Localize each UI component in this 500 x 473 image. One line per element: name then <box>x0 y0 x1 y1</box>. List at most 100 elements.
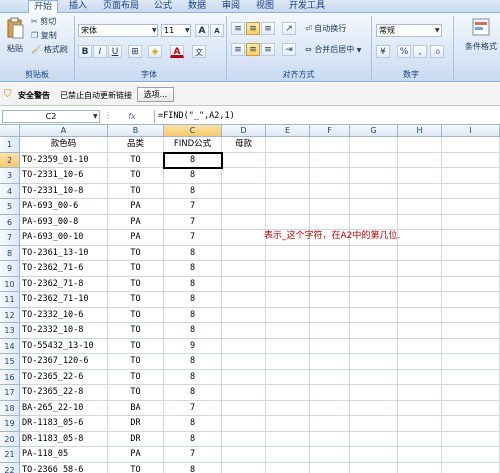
cell-category[interactable]: TO <box>108 369 164 385</box>
cell-category[interactable]: TO <box>108 323 164 339</box>
cell-find-result[interactable]: 7 <box>164 199 222 215</box>
cell-category[interactable]: BA <box>108 400 164 416</box>
empty-cell[interactable] <box>442 230 500 246</box>
empty-cell[interactable] <box>442 199 500 215</box>
empty-cell[interactable] <box>350 199 398 215</box>
empty-cell[interactable] <box>310 416 350 432</box>
cell-category[interactable]: TO <box>108 245 164 261</box>
empty-cell[interactable] <box>266 152 310 168</box>
empty-cell[interactable] <box>266 323 310 339</box>
empty-cell[interactable] <box>310 338 350 354</box>
empty-cell[interactable] <box>266 199 310 215</box>
cell-find-result[interactable]: 8 <box>164 369 222 385</box>
cell-category[interactable]: PA <box>108 230 164 246</box>
cell-category[interactable]: TO <box>108 354 164 370</box>
empty-cell[interactable] <box>398 214 442 230</box>
row-header[interactable]: 2 <box>0 152 20 168</box>
empty-cell[interactable] <box>442 447 500 463</box>
underline-button[interactable]: U <box>108 45 122 58</box>
empty-cell[interactable] <box>310 292 350 308</box>
header-cell-parent-style[interactable]: 母款 <box>222 137 266 153</box>
format-painter-button[interactable]: 🖌 格式刷 <box>31 44 68 56</box>
row-header[interactable]: 13 <box>0 323 20 339</box>
empty-cell[interactable] <box>310 462 350 473</box>
empty-cell[interactable] <box>442 168 500 184</box>
empty-cell[interactable] <box>442 369 500 385</box>
cell-parent-style[interactable] <box>222 354 266 370</box>
align-middle-button[interactable]: ≡ <box>246 22 260 35</box>
chevron-down-icon[interactable]: ▼ <box>185 27 190 34</box>
empty-cell[interactable] <box>398 199 442 215</box>
cell-parent-style[interactable] <box>222 292 266 308</box>
empty-cell[interactable] <box>310 369 350 385</box>
chevron-down-icon[interactable]: ▼ <box>435 27 440 34</box>
empty-cell[interactable] <box>310 447 350 463</box>
column-header-a[interactable]: A <box>20 125 108 137</box>
empty-cell[interactable] <box>442 385 500 401</box>
empty-cell[interactable] <box>266 431 310 447</box>
empty-cell[interactable] <box>310 431 350 447</box>
column-header-h[interactable]: H <box>398 125 442 137</box>
empty-cell[interactable] <box>310 354 350 370</box>
empty-cell[interactable] <box>398 369 442 385</box>
row-header[interactable]: 11 <box>0 292 20 308</box>
empty-cell[interactable] <box>310 261 350 277</box>
empty-cell[interactable] <box>442 245 500 261</box>
row-header[interactable]: 16 <box>0 369 20 385</box>
empty-cell[interactable] <box>350 292 398 308</box>
row-header[interactable]: 6 <box>0 214 20 230</box>
cell-parent-style[interactable] <box>222 276 266 292</box>
currency-button[interactable]: ¥ <box>376 45 390 58</box>
empty-cell[interactable] <box>350 152 398 168</box>
empty-cell[interactable] <box>310 323 350 339</box>
cell-style-code[interactable]: TO-2362_71-10 <box>20 292 108 308</box>
cell-category[interactable]: DR <box>108 416 164 432</box>
empty-cell[interactable] <box>398 307 442 323</box>
empty-cell[interactable] <box>350 323 398 339</box>
cell-category[interactable]: TO <box>108 152 164 168</box>
empty-cell[interactable] <box>350 137 398 153</box>
cell-category[interactable]: TO <box>108 385 164 401</box>
empty-cell[interactable] <box>266 292 310 308</box>
phonetic-button[interactable]: 文 <box>192 45 206 58</box>
empty-cell[interactable] <box>398 276 442 292</box>
cell-category[interactable]: TO <box>108 183 164 199</box>
empty-cell[interactable] <box>310 307 350 323</box>
empty-cell[interactable] <box>350 385 398 401</box>
empty-cell[interactable] <box>350 245 398 261</box>
fill-color-button[interactable]: ◈ <box>148 45 162 58</box>
empty-cell[interactable] <box>310 137 350 153</box>
row-header[interactable]: 21 <box>0 447 20 463</box>
empty-cell[interactable] <box>310 199 350 215</box>
cell-category[interactable]: TO <box>108 307 164 323</box>
cell-style-code[interactable]: DR-1183_05-8 <box>20 431 108 447</box>
row-header[interactable]: 3 <box>0 168 20 184</box>
empty-cell[interactable] <box>350 369 398 385</box>
row-header[interactable]: 18 <box>0 400 20 416</box>
cell-category[interactable]: TO <box>108 168 164 184</box>
row-header[interactable]: 20 <box>0 431 20 447</box>
indent-button[interactable]: ⇥ <box>282 43 296 56</box>
cell-style-code[interactable]: TO-2365_22-6 <box>20 369 108 385</box>
empty-cell[interactable] <box>266 137 310 153</box>
shrink-font-button[interactable]: A <box>210 24 224 37</box>
cell-find-result[interactable]: 8 <box>164 245 222 261</box>
cell-parent-style[interactable] <box>222 183 266 199</box>
copy-button[interactable]: ❐ 复制 <box>31 30 57 42</box>
empty-cell[interactable] <box>310 152 350 168</box>
name-box[interactable]: C2 <box>2 110 100 123</box>
cell-style-code[interactable]: TO-2332_10-8 <box>20 323 108 339</box>
cell-find-result[interactable]: 8 <box>164 152 222 168</box>
tab-page-layout[interactable]: 页面布局 <box>98 0 144 13</box>
cell-category[interactable]: PA <box>108 214 164 230</box>
cell-parent-style[interactable] <box>222 385 266 401</box>
cell-style-code[interactable]: TO-2332_10-6 <box>20 307 108 323</box>
column-header-d[interactable]: D <box>222 125 266 137</box>
cell-style-code[interactable]: PA-693_00-6 <box>20 199 108 215</box>
empty-cell[interactable] <box>442 276 500 292</box>
empty-cell[interactable] <box>442 183 500 199</box>
empty-cell[interactable] <box>350 261 398 277</box>
cell-parent-style[interactable] <box>222 338 266 354</box>
font-name-field[interactable]: 宋体 <box>78 24 158 37</box>
cell-style-code[interactable]: TO-2331_10-8 <box>20 183 108 199</box>
